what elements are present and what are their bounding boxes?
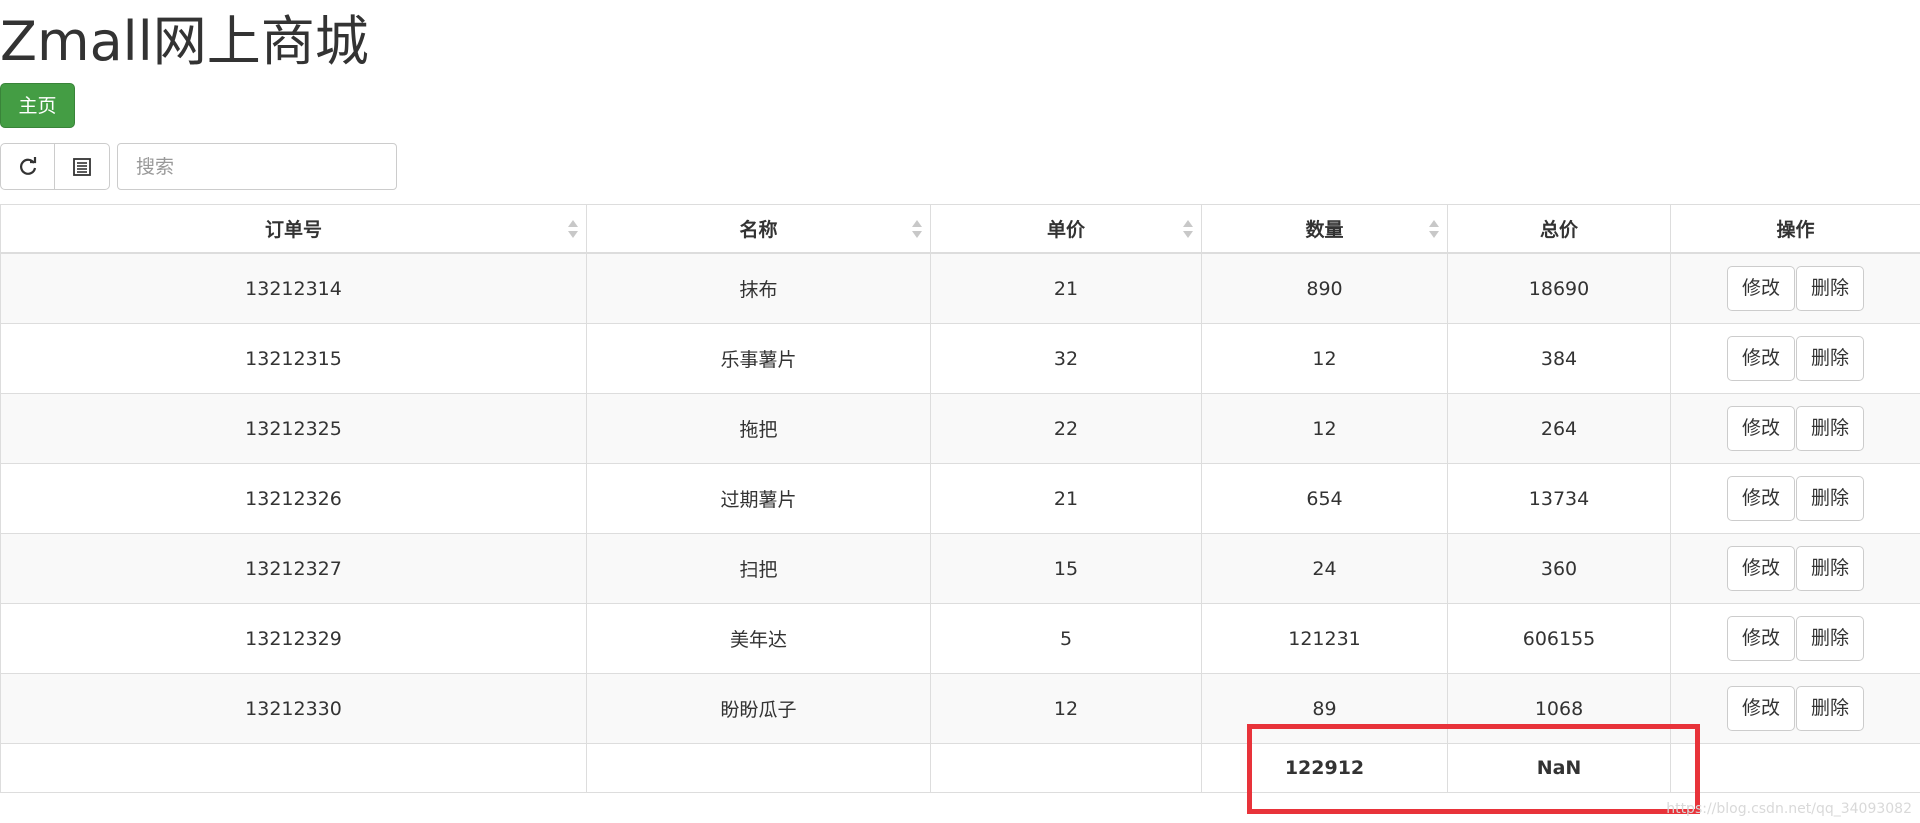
page-title: Zmall网上商城	[0, 10, 369, 73]
unit-price-cell: 32	[930, 323, 1202, 394]
sort-icon	[912, 219, 922, 238]
delete-button[interactable]: 删除	[1796, 266, 1865, 311]
sort-icon	[568, 219, 578, 238]
page: Zmall网上商城 主页 搜索 订单号 名称 单价 数量 总价 操作 13212…	[0, 0, 1920, 823]
column-header-actions: 操作	[1670, 204, 1920, 254]
product-name-cell: 扫把	[586, 533, 931, 604]
edit-button[interactable]: 修改	[1726, 546, 1795, 591]
order-id-cell: 13212329	[0, 603, 587, 674]
order-id-cell: 13212314	[0, 252, 587, 324]
search-input[interactable]	[117, 143, 397, 190]
quantity-cell: 121231	[1201, 603, 1448, 674]
orders-table: 订单号 名称 单价 数量 总价 操作 13212314 抹布 21 890 18…	[0, 204, 1920, 793]
quantity-cell: 12	[1201, 393, 1448, 464]
quantity-cell: 24	[1201, 533, 1448, 604]
actions-cell: 修改 删除	[1670, 673, 1920, 744]
actions-cell: 修改 删除	[1670, 463, 1920, 534]
footer-empty-cell	[1670, 743, 1920, 793]
order-id-cell: 13212315	[0, 323, 587, 394]
order-id-cell: 13212326	[0, 463, 587, 534]
columns-button[interactable]	[54, 143, 110, 190]
actions-cell: 修改 删除	[1670, 323, 1920, 394]
order-id-cell: 13212325	[0, 393, 587, 464]
product-name-cell: 拖把	[586, 393, 931, 464]
unit-price-cell: 12	[930, 673, 1202, 744]
edit-button[interactable]: 修改	[1726, 476, 1795, 521]
column-header-label: 数量	[1305, 219, 1344, 241]
total-cell: 384	[1447, 323, 1671, 394]
column-header-unit-price[interactable]: 单价	[930, 204, 1202, 254]
product-name-cell: 美年达	[586, 603, 931, 674]
unit-price-cell: 5	[930, 603, 1202, 674]
quantity-sum-cell: 122912	[1201, 743, 1448, 793]
table-row: 13212329 美年达 5 121231 606155 修改 删除	[0, 603, 1920, 674]
actions-cell: 修改 删除	[1670, 252, 1920, 324]
total-cell: 1068	[1447, 673, 1671, 744]
total-cell: 606155	[1447, 603, 1671, 674]
unit-price-cell: 15	[930, 533, 1202, 604]
delete-button[interactable]: 删除	[1796, 476, 1865, 521]
table-header-row: 订单号 名称 单价 数量 总价 操作	[0, 204, 1920, 254]
product-name-cell: 过期薯片	[586, 463, 931, 534]
order-id-cell: 13212330	[0, 673, 587, 744]
column-header-label: 名称	[739, 219, 778, 241]
column-header-order-id[interactable]: 订单号	[0, 204, 587, 254]
table-row: 13212325 拖把 22 12 264 修改 删除	[0, 393, 1920, 464]
watermark: https://blog.csdn.net/qq_34093082	[1666, 801, 1912, 817]
actions-cell: 修改 删除	[1670, 393, 1920, 464]
product-name-cell: 盼盼瓜子	[586, 673, 931, 744]
column-header-label: 总价	[1539, 219, 1578, 241]
column-header-quantity[interactable]: 数量	[1201, 204, 1448, 254]
actions-cell: 修改 删除	[1670, 533, 1920, 604]
table-row: 13212314 抹布 21 890 18690 修改 删除	[0, 252, 1920, 324]
column-header-name[interactable]: 名称	[586, 204, 931, 254]
total-cell: 360	[1447, 533, 1671, 604]
sort-icon	[1429, 219, 1439, 238]
home-button[interactable]: 主页	[0, 83, 75, 128]
quantity-cell: 654	[1201, 463, 1448, 534]
refresh-icon	[19, 156, 36, 175]
footer-empty-cell	[586, 743, 931, 793]
column-header-label: 操作	[1776, 219, 1815, 241]
quantity-cell: 12	[1201, 323, 1448, 394]
table-row: 13212315 乐事薯片 32 12 384 修改 删除	[0, 323, 1920, 394]
table-row: 13212330 盼盼瓜子 12 89 1068 修改 删除	[0, 673, 1920, 744]
column-header-label: 单价	[1046, 219, 1085, 241]
product-name-cell: 乐事薯片	[586, 323, 931, 394]
refresh-button[interactable]	[0, 143, 55, 190]
table-footer-row: 122912 NaN	[0, 743, 1920, 793]
edit-button[interactable]: 修改	[1726, 336, 1795, 381]
order-id-cell: 13212327	[0, 533, 587, 604]
footer-empty-cell	[930, 743, 1202, 793]
delete-button[interactable]: 删除	[1796, 406, 1865, 451]
total-cell: 18690	[1447, 252, 1671, 324]
unit-price-cell: 22	[930, 393, 1202, 464]
delete-button[interactable]: 删除	[1796, 616, 1865, 661]
total-cell: 13734	[1447, 463, 1671, 534]
edit-button[interactable]: 修改	[1726, 406, 1795, 451]
quantity-cell: 89	[1201, 673, 1448, 744]
unit-price-cell: 21	[930, 252, 1202, 324]
delete-button[interactable]: 删除	[1796, 546, 1865, 591]
edit-button[interactable]: 修改	[1726, 686, 1795, 731]
edit-button[interactable]: 修改	[1726, 266, 1795, 311]
quantity-cell: 890	[1201, 252, 1448, 324]
unit-price-cell: 21	[930, 463, 1202, 534]
column-header-label: 订单号	[264, 219, 322, 241]
total-cell: 264	[1447, 393, 1671, 464]
footer-empty-cell	[0, 743, 587, 793]
table-row: 13212326 过期薯片 21 654 13734 修改 删除	[0, 463, 1920, 534]
product-name-cell: 抹布	[586, 252, 931, 324]
edit-button[interactable]: 修改	[1726, 616, 1795, 661]
sort-icon	[1183, 219, 1193, 238]
delete-button[interactable]: 删除	[1796, 336, 1865, 381]
total-sum-cell: NaN	[1447, 743, 1671, 793]
column-header-total: 总价	[1447, 204, 1671, 254]
table-row: 13212327 扫把 15 24 360 修改 删除	[0, 533, 1920, 604]
columns-list-icon	[73, 157, 91, 176]
delete-button[interactable]: 删除	[1796, 686, 1865, 731]
actions-cell: 修改 删除	[1670, 603, 1920, 674]
